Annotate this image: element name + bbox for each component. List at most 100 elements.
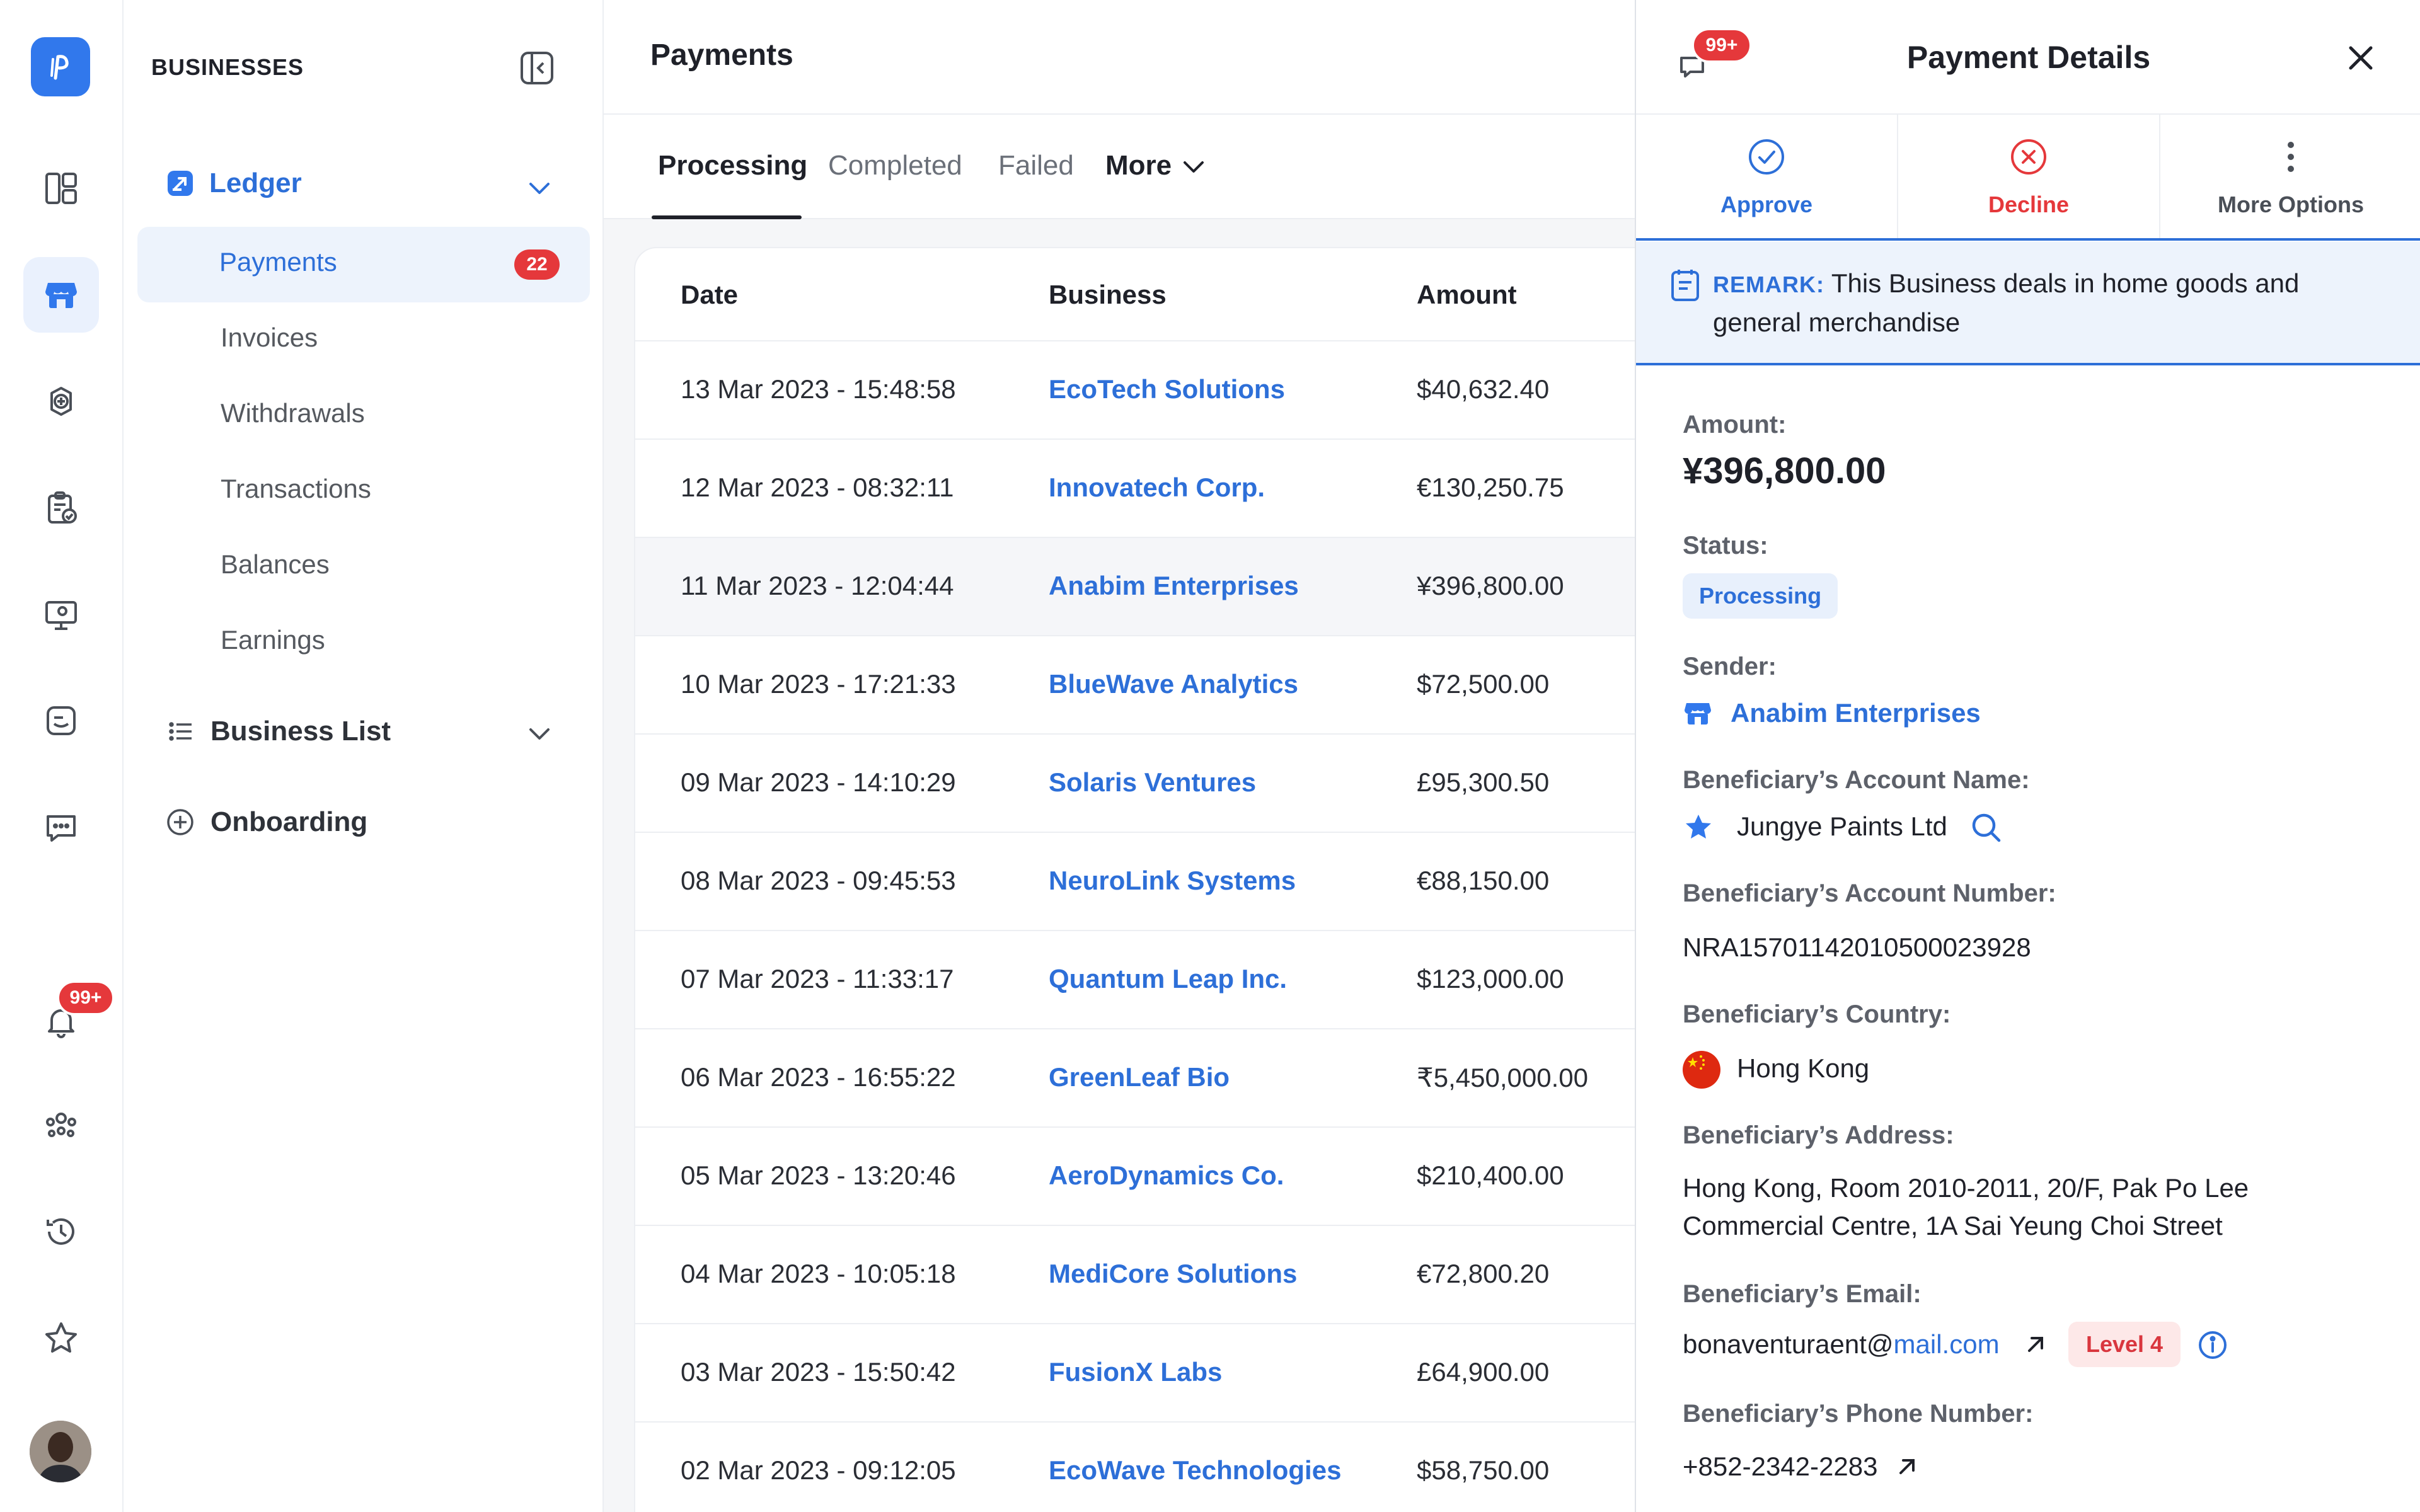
row-amount: €130,250.75 bbox=[1417, 472, 1564, 502]
sidebar-item-balances[interactable]: Balances bbox=[221, 549, 330, 580]
phone-value: +852-2342-2283 bbox=[1683, 1452, 1878, 1481]
row-business-link[interactable]: EcoTech Solutions bbox=[1049, 374, 1285, 404]
table-row[interactable]: 11 Mar 2023 - 12:04:44 Anabim Enterprises… bbox=[635, 537, 1666, 635]
tab-completed[interactable]: Completed bbox=[828, 150, 962, 181]
row-date: 05 Mar 2023 - 13:20:46 bbox=[681, 1160, 956, 1190]
tab-more[interactable]: More bbox=[1105, 150, 1172, 181]
decline-button[interactable]: Decline bbox=[1898, 115, 2160, 238]
table-row[interactable]: 06 Mar 2023 - 16:55:22 GreenLeaf Bio ₹5,45… bbox=[635, 1028, 1666, 1126]
star-icon[interactable] bbox=[23, 1300, 99, 1376]
sidebar-item-onboarding[interactable]: Onboarding bbox=[166, 806, 367, 838]
more-options-label: More Options bbox=[2218, 192, 2364, 217]
more-options-button[interactable]: More Options bbox=[2160, 115, 2420, 238]
main-header: Payments bbox=[604, 0, 1635, 115]
column-header-date[interactable]: Date bbox=[681, 280, 738, 310]
message-smile-icon[interactable] bbox=[23, 683, 99, 759]
user-avatar[interactable] bbox=[30, 1421, 91, 1482]
tab-failed[interactable]: Failed bbox=[998, 150, 1074, 181]
close-icon[interactable] bbox=[2344, 42, 2377, 74]
account-number-label: Beneficiary’s Account Number: bbox=[1683, 879, 2056, 907]
table-row[interactable]: 09 Mar 2023 - 14:10:29 Solaris Ventures £9… bbox=[635, 733, 1666, 832]
row-business-link[interactable]: MediCore Solutions bbox=[1049, 1259, 1297, 1289]
ledger-icon bbox=[168, 171, 193, 196]
check-circle-icon bbox=[1749, 139, 1784, 175]
store-icon bbox=[1683, 698, 1713, 728]
table-row[interactable]: 13 Mar 2023 - 15:48:58 EcoTech Solutions $… bbox=[635, 340, 1666, 438]
table-row[interactable]: 03 Mar 2023 - 15:50:42 FusionX Labs £64,90… bbox=[635, 1323, 1666, 1421]
email-user: bonaventuraent@ bbox=[1683, 1329, 1894, 1359]
payments-table: Date Business Amount 13 Mar 2023 - 15:48… bbox=[634, 247, 1668, 1512]
row-business-link[interactable]: AeroDynamics Co. bbox=[1049, 1160, 1284, 1191]
row-business-link[interactable]: BlueWave Analytics bbox=[1049, 669, 1298, 699]
column-header-business[interactable]: Business bbox=[1049, 280, 1167, 310]
sidebar-group-business-list[interactable]: Business List bbox=[166, 716, 391, 747]
sidebar-item-earnings[interactable]: Earnings bbox=[221, 625, 325, 655]
status-badge: Processing bbox=[1683, 573, 1838, 619]
x-circle-icon bbox=[2011, 139, 2046, 175]
approve-button[interactable]: Approve bbox=[1636, 115, 1898, 238]
onboarding-label: Onboarding bbox=[210, 806, 368, 837]
medical-bag-icon[interactable] bbox=[23, 364, 99, 439]
chevron-down-icon[interactable] bbox=[527, 175, 552, 200]
row-business-link[interactable]: FusionX Labs bbox=[1049, 1357, 1222, 1387]
table-row[interactable]: 08 Mar 2023 - 09:45:53 NeuroLink Systems €… bbox=[635, 832, 1666, 930]
sidebar-group-ledger[interactable]: Ledger bbox=[166, 168, 302, 199]
sidebar-item-payments-label[interactable]: Payments bbox=[219, 247, 337, 277]
amount-value: ¥396,800.00 bbox=[1683, 450, 1886, 491]
country-value: Hong Kong bbox=[1737, 1053, 1870, 1083]
account-name-label: Beneficiary’s Account Name: bbox=[1683, 766, 2030, 794]
row-date: 07 Mar 2023 - 11:33:17 bbox=[681, 964, 954, 994]
row-business-link[interactable]: Solaris Ventures bbox=[1049, 767, 1256, 798]
table-row[interactable]: 12 Mar 2023 - 08:32:11 Innovatech Corp. €1… bbox=[635, 438, 1666, 537]
row-date: 04 Mar 2023 - 10:05:18 bbox=[681, 1259, 956, 1288]
row-amount: €88,150.00 bbox=[1417, 866, 1550, 895]
address-line-2: Commercial Centre, 1A Sai Yeung Choi Str… bbox=[1683, 1211, 2223, 1240]
chevron-down-icon[interactable] bbox=[1181, 154, 1206, 179]
history-icon[interactable] bbox=[23, 1194, 99, 1269]
sidebar-item-transactions[interactable]: Transactions bbox=[221, 474, 371, 504]
row-amount: $40,632.40 bbox=[1417, 374, 1550, 404]
row-date: 03 Mar 2023 - 15:50:42 bbox=[681, 1357, 956, 1387]
collapse-sidebar-icon[interactable] bbox=[519, 50, 555, 86]
column-header-amount[interactable]: Amount bbox=[1417, 280, 1517, 310]
sidebar-item-withdrawals[interactable]: Withdrawals bbox=[221, 398, 365, 428]
notification-count-badge: 99+ bbox=[57, 980, 115, 1016]
row-amount: $123,000.00 bbox=[1417, 964, 1564, 994]
dashboard-layout-icon[interactable] bbox=[23, 151, 99, 226]
row-business-link[interactable]: Anabim Enterprises bbox=[1049, 571, 1299, 601]
chat-bubble-icon[interactable] bbox=[23, 789, 99, 865]
sidebar-item-invoices[interactable]: Invoices bbox=[221, 323, 318, 353]
table-row[interactable]: 02 Mar 2023 - 09:12:05 EcoWave Technologi… bbox=[635, 1421, 1666, 1512]
row-business-link[interactable]: GreenLeaf Bio bbox=[1049, 1062, 1230, 1092]
kebab-menu-icon bbox=[2288, 142, 2294, 172]
table-row[interactable]: 10 Mar 2023 - 17:21:33 BlueWave Analytics… bbox=[635, 635, 1666, 733]
row-business-link[interactable]: NeuroLink Systems bbox=[1049, 866, 1296, 896]
store-icon[interactable] bbox=[23, 257, 99, 333]
chevron-down-icon[interactable] bbox=[527, 721, 552, 746]
table-row[interactable]: 05 Mar 2023 - 13:20:46 AeroDynamics Co. $2… bbox=[635, 1126, 1666, 1225]
sender-link[interactable]: Anabim Enterprises bbox=[1731, 698, 1981, 728]
monitor-settings-icon[interactable] bbox=[23, 576, 99, 652]
tab-processing[interactable]: Processing bbox=[658, 150, 807, 181]
sidebar: BUSINESSES Ledger Payments 22 Invoices W… bbox=[124, 0, 604, 1512]
search-icon[interactable] bbox=[1969, 810, 2003, 844]
table-row[interactable]: 07 Mar 2023 - 11:33:17 Quantum Leap Inc. $… bbox=[635, 930, 1666, 1028]
phone-label: Beneficiary’s Phone Number: bbox=[1683, 1400, 2034, 1428]
info-icon[interactable] bbox=[2197, 1329, 2228, 1361]
app-logo[interactable] bbox=[31, 37, 90, 96]
panel-title: Payment Details bbox=[1906, 40, 2151, 75]
email-value[interactable]: bonaventuraent@mail.com bbox=[1683, 1329, 2000, 1360]
country-label: Beneficiary’s Country: bbox=[1683, 1000, 1951, 1028]
tab-bar: Processing Completed Failed More bbox=[604, 115, 1635, 219]
row-date: 12 Mar 2023 - 08:32:11 bbox=[681, 472, 954, 502]
logo-p-icon bbox=[50, 55, 69, 80]
table-row[interactable]: 04 Mar 2023 - 10:05:18 MediCore Solutions… bbox=[635, 1225, 1666, 1323]
row-business-link[interactable]: Innovatech Corp. bbox=[1049, 472, 1265, 503]
clipboard-check-icon[interactable] bbox=[23, 470, 99, 546]
external-link-icon[interactable] bbox=[1894, 1454, 1920, 1479]
row-business-link[interactable]: Quantum Leap Inc. bbox=[1049, 964, 1287, 994]
external-link-icon[interactable] bbox=[2023, 1332, 2048, 1357]
team-icon[interactable] bbox=[23, 1087, 99, 1163]
row-business-link[interactable]: EcoWave Technologies bbox=[1049, 1455, 1341, 1486]
note-icon bbox=[1669, 267, 1702, 302]
